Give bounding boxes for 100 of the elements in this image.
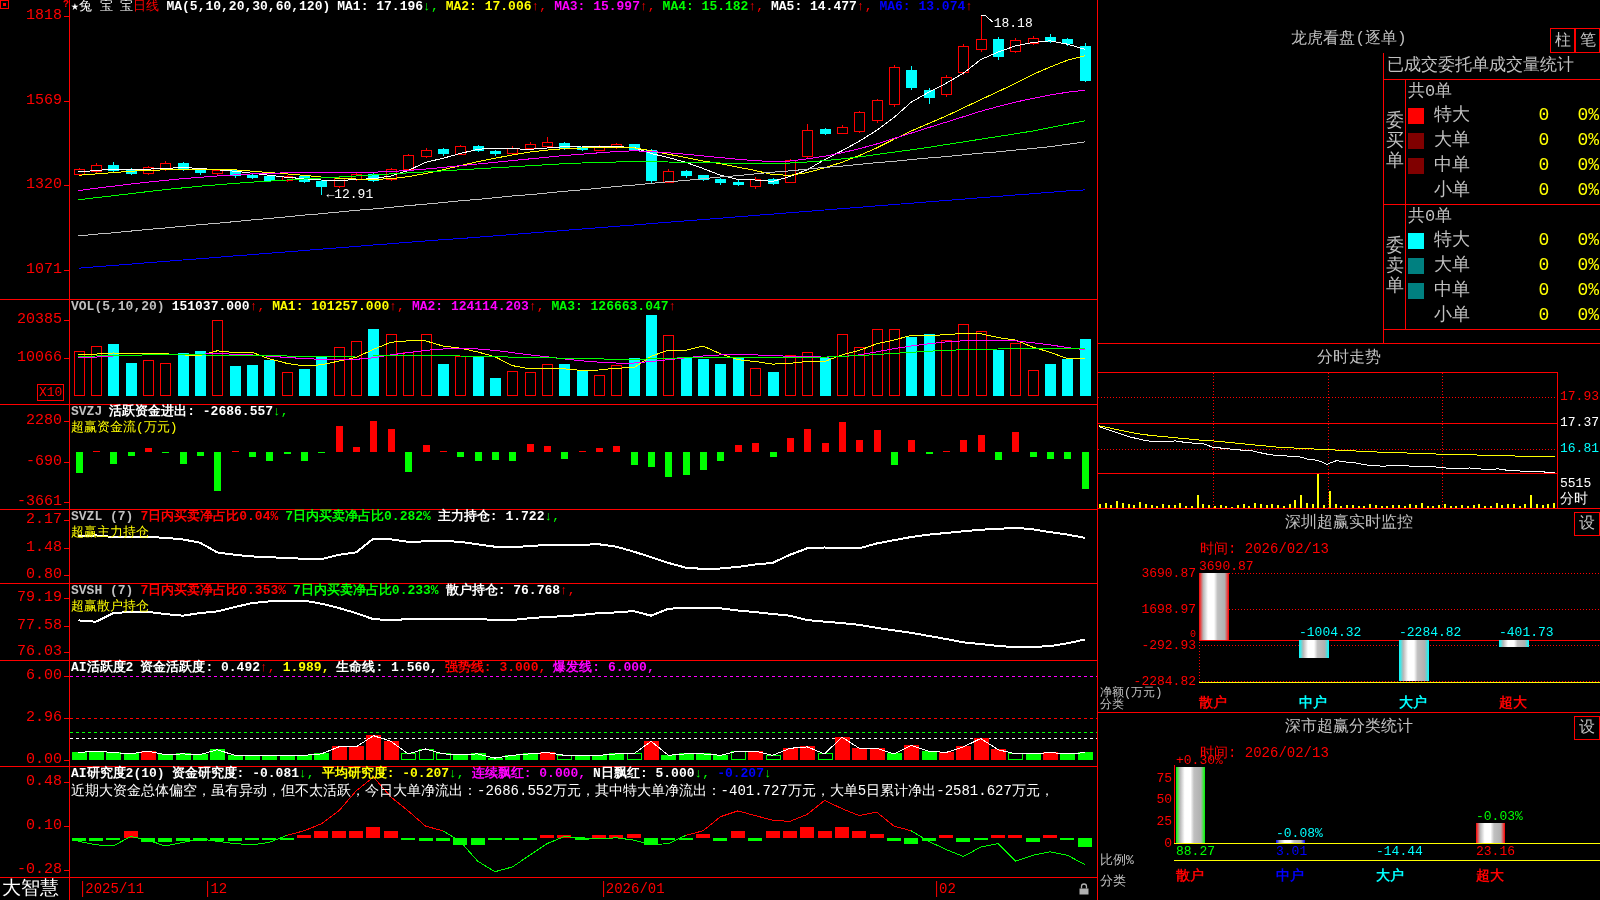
legend-label: AI研究度2(10) <box>71 767 165 781</box>
order-count: 0 <box>1538 104 1550 125</box>
legend-label: 爆发线: 6.000, <box>553 661 655 675</box>
axis-label: -3661 <box>17 495 62 510</box>
axis-label: 0.80 <box>26 568 62 582</box>
help-mark: ? <box>63 0 69 9</box>
order-count: 0 <box>1538 229 1550 250</box>
trend-arrow: ↓ <box>763 767 772 781</box>
order-total: 共0单 <box>1408 207 1453 227</box>
legend-label: 151037.000 <box>171 300 250 314</box>
axis-label: 79.19 <box>17 590 62 605</box>
legend-label: 活跃资金进出: -2686.557 <box>109 405 274 419</box>
axis-label: 2280 <box>26 414 62 428</box>
order-share: 0% <box>1577 104 1599 125</box>
value-label: -2284.82 <box>1399 625 1462 639</box>
legend-label: 资金研究度: -0.081 <box>171 767 300 781</box>
legend-label: 资金活跃度: 0.492 <box>140 661 260 675</box>
axis-label: -690 <box>26 454 62 469</box>
legend-label: SVZL (7) <box>71 510 134 524</box>
star-icon: ★ <box>71 0 79 14</box>
legend-label: 散户持仓: 76.768 <box>445 584 561 598</box>
legend-label: 强势线: 3.000, <box>444 661 547 675</box>
trend-arrow: ↑ <box>965 0 974 14</box>
axis-label: 50 <box>1156 793 1172 807</box>
axis-label: 1569 <box>26 93 62 108</box>
axis-label: 1818 <box>26 9 62 23</box>
legend-label: MA1: 101257.000 <box>272 300 390 314</box>
trend-arrow: ↑, <box>856 0 873 14</box>
legend-label: MA2: 17.006 <box>445 0 532 14</box>
panel-title: 龙虎看盘(逐单) <box>1291 30 1407 48</box>
volume-scale-label: 5515 <box>1560 477 1592 491</box>
axis-label: 6.00 <box>26 668 62 683</box>
legend-label: 7日内买卖净占比0.353% <box>140 584 287 598</box>
axis-label: 2.96 <box>26 711 62 726</box>
panel-title: 深市超赢分类统计 <box>1285 718 1413 736</box>
logo-text: 大智慧 <box>1 878 59 900</box>
axis-label: 0.10 <box>26 819 62 834</box>
trend-arrow: ↓, <box>423 0 439 14</box>
category-label: 大户 <box>1399 696 1427 711</box>
trend-arrow: ↑, <box>748 0 764 14</box>
legend-label: MA4: 15.182 <box>662 0 749 14</box>
legend-label: MA6: 13.074 <box>879 0 966 14</box>
legend-label: 平均研究度: -0.207 <box>321 767 450 781</box>
value-label: 3690.87 <box>1199 560 1254 573</box>
date-label: 2025/11 <box>82 881 145 897</box>
trend-arrow: ↓, <box>299 767 315 781</box>
axis-label: 1320 <box>26 178 62 193</box>
reading-label: 88.27 <box>1176 845 1215 858</box>
axis-title: 分类 <box>1100 699 1124 711</box>
axis-label: 16.81 <box>1560 441 1599 456</box>
category-label: 大户 <box>1376 868 1404 884</box>
order-share: 0% <box>1577 129 1599 150</box>
axis-label: 76.03 <box>17 645 62 660</box>
order-count: 0 <box>1538 279 1550 300</box>
date-label: 02 <box>936 881 956 897</box>
legend-label: 7日内买卖净占比0.233% <box>293 584 439 598</box>
order-share: 0% <box>1577 154 1599 175</box>
reading-label: 23.16 <box>1476 845 1515 858</box>
order-share: 0% <box>1577 254 1599 275</box>
price-annotation: 18.18 <box>993 17 1033 31</box>
group-label: 委买单 <box>1385 112 1404 172</box>
trend-arrow: ↑, <box>531 0 548 14</box>
change-label: -0.08% <box>1276 828 1323 841</box>
axis-title: 净额(万元) <box>1100 687 1163 699</box>
period-label: 日线 <box>133 0 160 14</box>
category-label: 中户 <box>1299 696 1327 711</box>
category-label: 散户 <box>1199 696 1227 711</box>
reading-label: -14.44 <box>1376 845 1423 858</box>
axis-label: 1698.97 <box>1141 602 1196 616</box>
legend-label: MA1: 17.196 <box>337 0 424 14</box>
value-label: -1004.32 <box>1299 625 1362 639</box>
axis-label: 75 <box>1156 771 1172 785</box>
axis-label: 10066 <box>17 351 62 366</box>
table-title: 已成交委托单成交量统计 <box>1387 56 1574 76</box>
order-size-label: 大单 <box>1434 254 1470 275</box>
order-total: 共0单 <box>1408 82 1453 102</box>
axis-label: -292.93 <box>1141 638 1196 652</box>
group-label: 委卖单 <box>1385 237 1404 297</box>
trend-arrow: ↑, <box>249 300 266 314</box>
panel-title: 分时走势 <box>1317 349 1381 367</box>
category-label: 超大 <box>1476 868 1504 884</box>
legend-label: 主力持仓: 1.722 <box>437 510 545 524</box>
order-size-label: 大单 <box>1434 129 1470 150</box>
axis-title: 分类 <box>1100 875 1126 888</box>
indicator-title: 超赢资金流(万元) <box>71 420 178 435</box>
axis-label: -0.28 <box>17 863 62 878</box>
change-label: -0.03% <box>1476 811 1523 824</box>
date-label: 2026/01 <box>602 881 665 897</box>
period-label: 分时 <box>1560 492 1588 507</box>
indicator-title: 超赢散户持仓 <box>71 599 149 614</box>
axis-label: 25 <box>1156 814 1172 828</box>
legend-label: -0.207 <box>717 767 764 781</box>
axis-label: 1071 <box>26 263 62 278</box>
axis-label: 0.00 <box>26 752 62 767</box>
axis-label: 77.58 <box>17 618 62 633</box>
trend-arrow: ↑, <box>560 584 576 598</box>
trend-arrow: ↑, <box>528 300 545 314</box>
axis-label: 0.48 <box>26 774 62 789</box>
trend-arrow: ↓, <box>273 405 289 419</box>
order-size-label: 中单 <box>1434 279 1470 300</box>
